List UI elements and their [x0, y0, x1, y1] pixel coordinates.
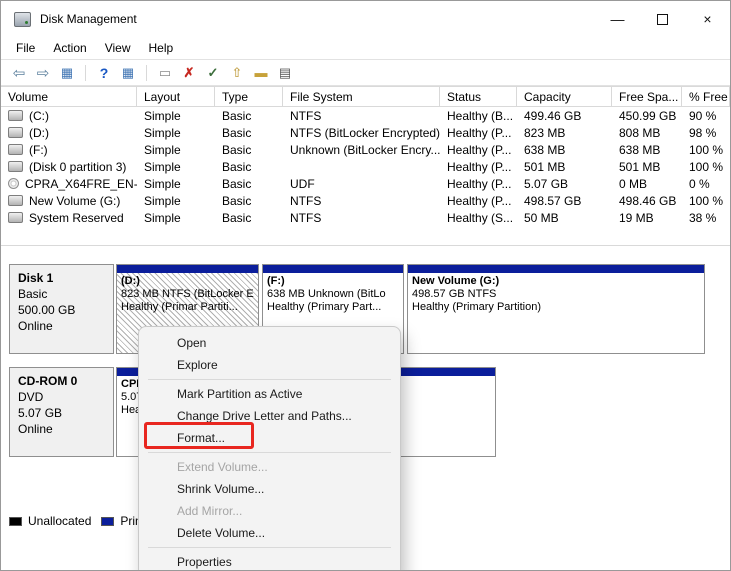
- close-button[interactable]: ×: [685, 1, 730, 37]
- column-header-pct-free[interactable]: % Free: [682, 87, 730, 106]
- table-row[interactable]: System Reserved Simple Basic NTFS Health…: [1, 209, 730, 226]
- action-pane-icon[interactable]: ▦: [117, 63, 139, 83]
- drive-icon: [8, 161, 23, 172]
- menu-item-add-mirror: Add Mirror...: [177, 504, 243, 518]
- menubar: File Action View Help: [1, 37, 730, 59]
- column-header-type[interactable]: Type: [215, 87, 283, 106]
- cd-icon: [8, 178, 19, 189]
- format-highlight-box: [144, 422, 254, 449]
- menu-separator: [148, 452, 391, 453]
- maximize-button[interactable]: [640, 1, 685, 37]
- volume-name: (F:): [29, 142, 48, 157]
- partition-color-strip: [263, 265, 403, 273]
- disk1-label[interactable]: Disk 1 Basic 500.00 GB Online: [9, 264, 114, 354]
- table-row[interactable]: New Volume (G:) Simple Basic NTFS Health…: [1, 192, 730, 209]
- console-tree-icon[interactable]: ▦: [56, 63, 78, 83]
- partition-color-strip: [408, 265, 704, 273]
- column-header-layout[interactable]: Layout: [137, 87, 215, 106]
- partition-color-strip: [117, 265, 258, 273]
- list-view-icon[interactable]: ▤: [274, 63, 296, 83]
- toolbar-separator: [85, 64, 86, 81]
- column-header-status[interactable]: Status: [440, 87, 517, 106]
- toolbar-separator: [146, 64, 147, 81]
- check-icon[interactable]: ✓: [202, 63, 224, 83]
- drive-icon: [8, 144, 23, 155]
- disk-management-window: Disk Management — × File Action View Hel…: [0, 0, 731, 571]
- help-icon[interactable]: ?: [93, 63, 115, 83]
- menu-item-open[interactable]: Open: [139, 332, 400, 354]
- column-header-volume[interactable]: Volume: [1, 87, 137, 106]
- window-title: Disk Management: [40, 12, 137, 26]
- unallocated-swatch: [9, 516, 22, 526]
- legend-item-unallocated: Unallocated: [9, 514, 91, 528]
- column-header-file-system[interactable]: File System: [283, 87, 440, 106]
- volume-name: (Disk 0 partition 3): [29, 159, 127, 174]
- volume-name: New Volume (G:): [29, 193, 121, 208]
- drive-icon: [8, 212, 23, 223]
- titlebar: Disk Management — ×: [1, 1, 730, 37]
- drive-icon: [8, 127, 23, 138]
- column-header-capacity[interactable]: Capacity: [517, 87, 612, 106]
- delete-icon[interactable]: ✗: [178, 63, 200, 83]
- maximize-icon: [657, 13, 668, 25]
- minimize-button[interactable]: —: [595, 1, 640, 37]
- menu-file[interactable]: File: [7, 39, 44, 57]
- partition-g[interactable]: New Volume (G:) 498.57 GB NTFS Healthy (…: [407, 264, 705, 354]
- volume-name: CPRA_X64FRE_EN-...: [25, 176, 137, 191]
- drive-icon: [8, 195, 23, 206]
- forward-icon[interactable]: ⇨: [32, 63, 54, 83]
- volume-name: System Reserved: [29, 210, 124, 225]
- table-row[interactable]: (C:) Simple Basic NTFS Healthy (B... 499…: [1, 107, 730, 124]
- menu-item-mark-partition-active[interactable]: Mark Partition as Active: [139, 383, 400, 405]
- tooltip-icon[interactable]: ▭: [154, 63, 176, 83]
- drive-toolbar-icon[interactable]: ▬: [250, 63, 272, 83]
- toolbar: ⇦ ⇨ ▦ ? ▦ ▭ ✗ ✓ ⇧ ▬ ▤: [1, 59, 730, 86]
- menu-action[interactable]: Action: [44, 39, 95, 57]
- table-row[interactable]: (Disk 0 partition 3) Simple Basic Health…: [1, 158, 730, 175]
- table-row[interactable]: CPRA_X64FRE_EN-... Simple Basic UDF Heal…: [1, 175, 730, 192]
- menu-separator: [148, 379, 391, 380]
- volume-name: (C:): [29, 108, 49, 123]
- open-folder-icon[interactable]: ⇧: [226, 63, 248, 83]
- primary-partition-swatch: [101, 516, 115, 526]
- close-icon: ×: [703, 11, 712, 27]
- menu-separator: [148, 547, 391, 548]
- back-icon[interactable]: ⇦: [8, 63, 30, 83]
- menu-item-delete-volume[interactable]: Delete Volume...: [139, 522, 400, 544]
- disk-management-app-icon: [14, 11, 31, 27]
- menu-view[interactable]: View: [96, 39, 140, 57]
- volume-table: Volume Layout Type File System Status Ca…: [1, 86, 730, 226]
- column-header-free-space[interactable]: Free Spa...: [612, 87, 682, 106]
- menu-item-explore[interactable]: Explore: [139, 354, 400, 376]
- drive-icon: [8, 110, 23, 121]
- menu-item-properties[interactable]: Properties: [139, 551, 400, 570]
- table-row[interactable]: (D:) Simple Basic NTFS (BitLocker Encryp…: [1, 124, 730, 141]
- volume-name: (D:): [29, 125, 49, 140]
- cdrom0-label[interactable]: CD-ROM 0 DVD 5.07 GB Online: [9, 367, 114, 457]
- table-header: Volume Layout Type File System Status Ca…: [1, 86, 730, 107]
- table-row[interactable]: (F:) Simple Basic Unknown (BitLocker Enc…: [1, 141, 730, 158]
- menu-item-extend-volume: Extend Volume...: [177, 460, 268, 474]
- menu-help[interactable]: Help: [140, 39, 183, 57]
- menu-item-shrink-volume[interactable]: Shrink Volume...: [139, 478, 400, 500]
- minimize-icon: —: [610, 11, 625, 27]
